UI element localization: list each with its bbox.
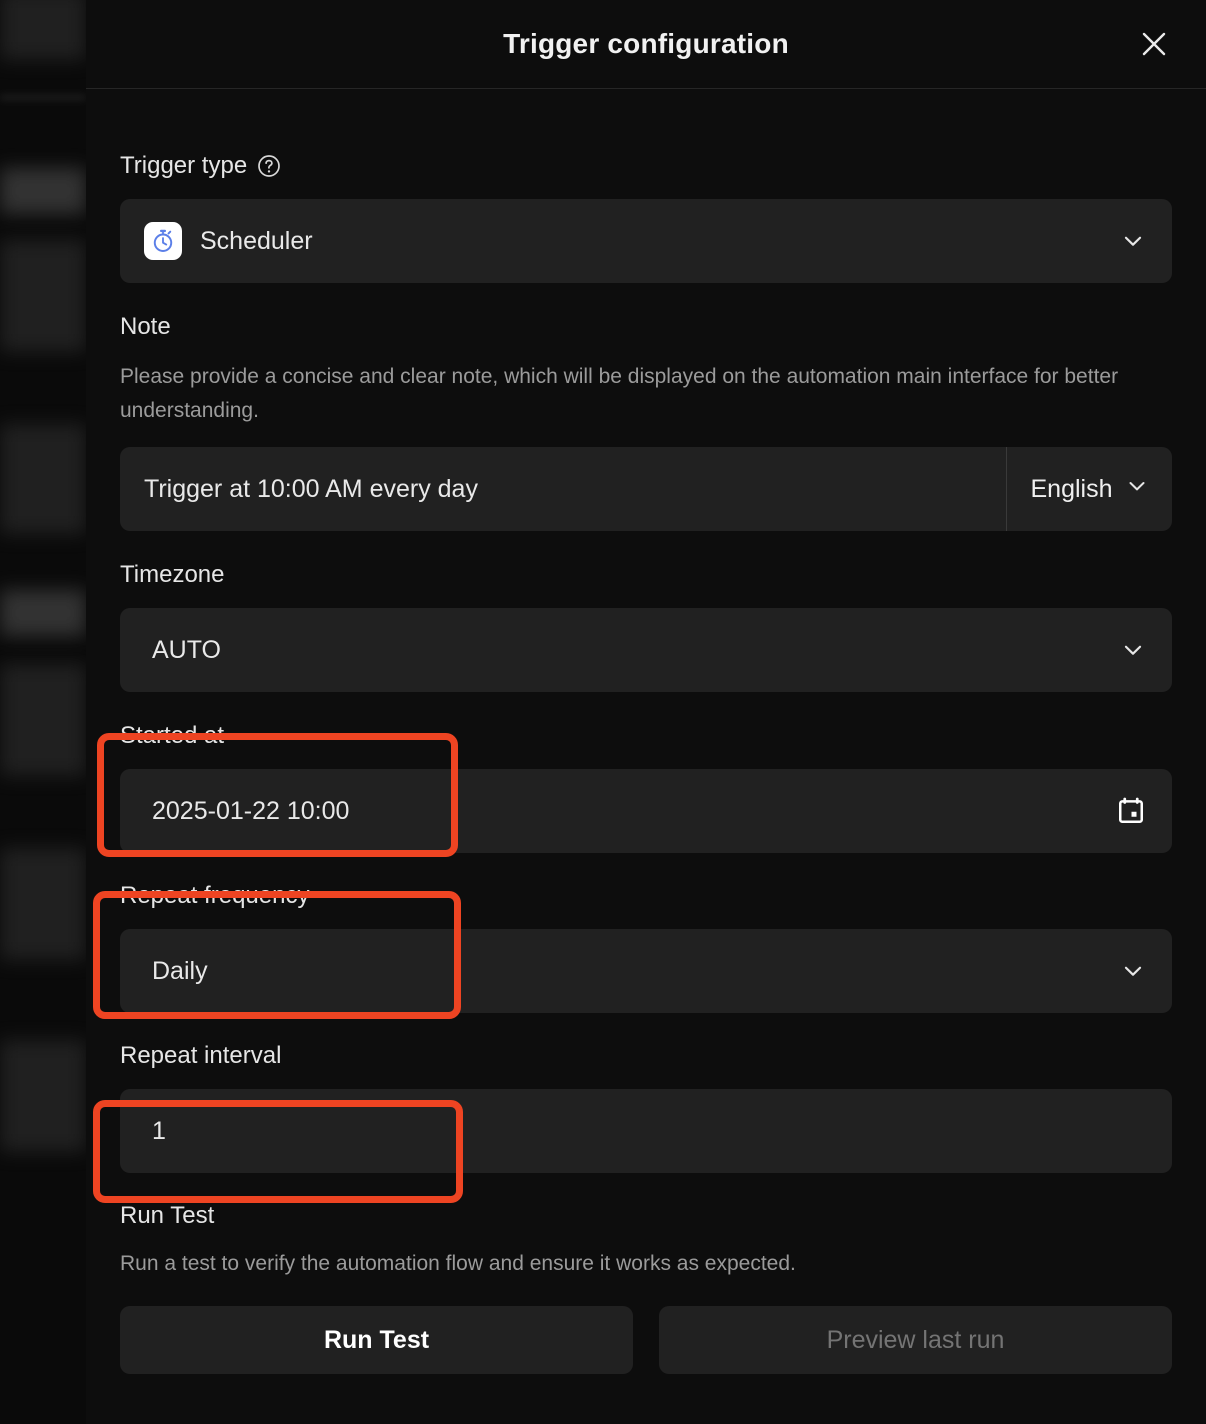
- trigger-type-label-text: Trigger type: [120, 152, 248, 179]
- repeat-interval-field[interactable]: 1: [120, 1089, 1172, 1174]
- note-input-row: English: [120, 447, 1172, 532]
- run-test-description: Run a test to verify the automation flow…: [120, 1252, 796, 1276]
- chevron-down-icon[interactable]: [1120, 958, 1146, 984]
- trigger-type-label: Trigger type: [120, 152, 1172, 180]
- repeat-interval-label: Repeat interval: [120, 1042, 1172, 1070]
- backdrop-blur-block: [0, 0, 86, 60]
- chevron-down-icon[interactable]: [1120, 637, 1146, 663]
- modal-header: Trigger configuration: [86, 0, 1206, 89]
- note-language-select[interactable]: English: [1006, 447, 1172, 532]
- preview-last-run-button: Preview last run: [659, 1306, 1172, 1375]
- run-test-label: Run Test: [120, 1202, 1172, 1230]
- started-at-section: Started at 2025-01-22 10:00: [120, 722, 1172, 854]
- note-language-value: English: [1030, 474, 1113, 503]
- started-at-label-text: Started at: [120, 722, 225, 750]
- backdrop-blur-block: [0, 240, 86, 352]
- trigger-type-value: Scheduler: [200, 226, 313, 255]
- started-at-value: 2025-01-22 10:00: [152, 796, 350, 825]
- note-input[interactable]: [120, 447, 1006, 532]
- backdrop-blur-block: [0, 664, 86, 776]
- timezone-label: Timezone: [120, 561, 1172, 589]
- run-test-label-text: Run Test: [120, 1202, 215, 1230]
- note-label-text: Note: [120, 313, 171, 340]
- started-at-field[interactable]: 2025-01-22 10:00: [120, 769, 1172, 854]
- backdrop-blur-block: [0, 168, 86, 214]
- repeat-interval-value: 1: [152, 1116, 166, 1145]
- repeat-frequency-select[interactable]: Daily: [120, 929, 1172, 1014]
- note-description: Please provide a concise and clear note,…: [120, 365, 1119, 423]
- note-label: Note: [120, 313, 1172, 341]
- timezone-section: Timezone AUTO: [120, 561, 1172, 693]
- timezone-value: AUTO: [152, 635, 221, 664]
- repeat-interval-label-text: Repeat interval: [120, 1042, 282, 1070]
- help-circle-icon[interactable]: [257, 154, 281, 178]
- trigger-configuration-modal: Trigger configuration Trigger type Sched…: [86, 0, 1206, 1424]
- repeat-frequency-label: Repeat frequency: [120, 882, 1172, 910]
- backdrop-blur-block: [0, 424, 86, 534]
- trigger-type-section: Trigger type Scheduler: [120, 152, 1172, 283]
- started-at-label: Started at: [120, 722, 1172, 750]
- backdrop-blur-block: [0, 590, 86, 636]
- repeat-frequency-section: Repeat frequency Daily: [120, 882, 1172, 1014]
- backdrop-blur-block: [0, 848, 86, 960]
- repeat-frequency-value: Daily: [152, 956, 208, 985]
- calendar-icon[interactable]: [1116, 796, 1146, 826]
- stopwatch-icon: [144, 222, 182, 260]
- backdrop-divider: [0, 96, 86, 99]
- trigger-type-select[interactable]: Scheduler: [120, 199, 1172, 283]
- note-section: Note Please provide a concise and clear …: [120, 313, 1172, 532]
- timezone-label-text: Timezone: [120, 561, 225, 589]
- timezone-select[interactable]: AUTO: [120, 608, 1172, 693]
- chevron-down-icon[interactable]: [1120, 228, 1146, 254]
- run-test-section: Run Test Run a test to verify the automa…: [120, 1202, 1172, 1375]
- repeat-interval-section: Repeat interval 1: [120, 1042, 1172, 1174]
- backdrop-blur-block: [0, 1040, 86, 1152]
- repeat-frequency-label-text: Repeat frequency: [120, 882, 310, 910]
- close-icon[interactable]: [1134, 24, 1174, 64]
- chevron-down-icon: [1125, 474, 1149, 505]
- modal-body: Trigger type Scheduler Note Please provi…: [86, 89, 1206, 1375]
- page-title: Trigger configuration: [503, 28, 789, 59]
- run-test-button[interactable]: Run Test: [120, 1306, 633, 1375]
- page-backdrop: [0, 0, 86, 1424]
- run-test-button-row: Run Test Preview last run: [120, 1306, 1172, 1375]
